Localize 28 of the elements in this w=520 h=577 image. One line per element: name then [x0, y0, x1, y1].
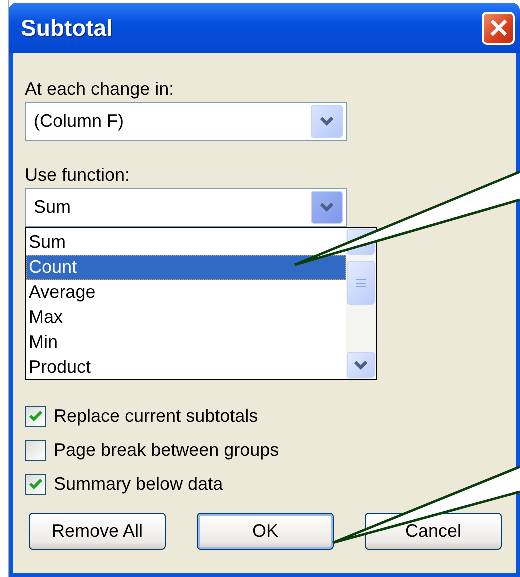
scroll-thumb[interactable] — [347, 261, 375, 305]
dialog-button[interactable]: OK — [197, 513, 334, 550]
checkbox[interactable] — [25, 440, 46, 460]
scroll-down-button[interactable] — [347, 352, 375, 378]
dialog-button[interactable]: Remove All — [29, 513, 166, 550]
list-option[interactable]: Count — [26, 255, 346, 280]
list-option[interactable]: Product — [26, 355, 346, 380]
close-icon — [488, 18, 508, 38]
list-option[interactable]: Average — [26, 280, 346, 305]
checkbox[interactable] — [25, 474, 46, 494]
checkbox-label: Page break between groups — [54, 440, 280, 460]
field-label: At each change in: — [25, 78, 176, 101]
check-icon — [28, 478, 42, 490]
checkbox-label: Replace current subtotals — [54, 406, 258, 426]
check-icon — [28, 410, 42, 422]
window-title: Subtotal — [21, 14, 113, 42]
close-button[interactable] — [482, 12, 515, 44]
grip-icon — [355, 278, 367, 288]
scroll-down-icon — [353, 360, 369, 370]
field-label: Use function: — [25, 164, 132, 187]
list-option[interactable]: Min — [26, 330, 346, 355]
list-option[interactable]: Max — [26, 305, 346, 330]
scrollbar[interactable] — [346, 228, 376, 379]
function-dropdown[interactable]: Sum — [25, 188, 347, 227]
checkbox[interactable] — [25, 406, 46, 426]
checkbox-label: Summary below data — [54, 474, 224, 494]
column-dropdown[interactable]: (Column F) — [25, 102, 347, 141]
list-option[interactable]: Sum — [26, 230, 346, 255]
